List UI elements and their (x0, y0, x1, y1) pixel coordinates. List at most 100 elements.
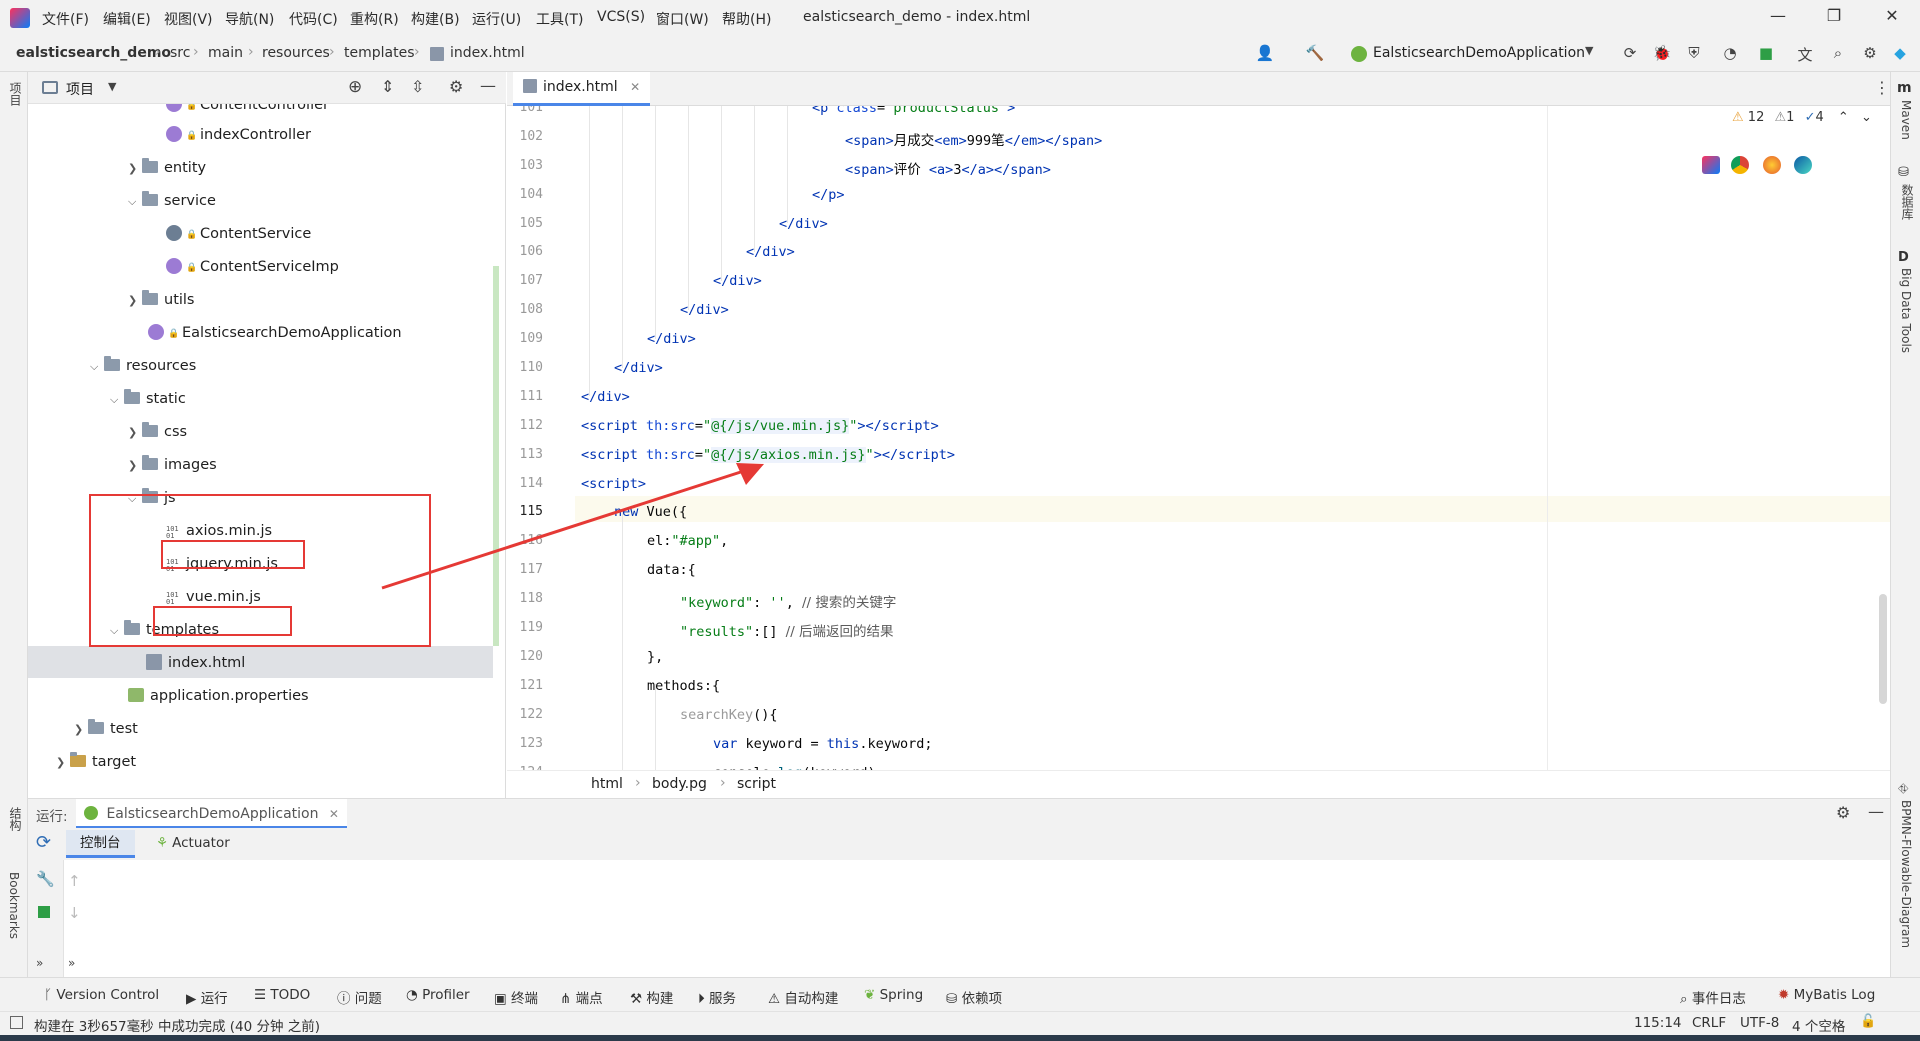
chevron-right-icon[interactable]: ❯ (56, 748, 70, 778)
chevron-down-icon[interactable]: ⌵ (110, 385, 124, 415)
tab-console[interactable]: 控制台 (66, 830, 135, 858)
chevron-right-icon[interactable]: ❯ (128, 451, 142, 481)
wrench-icon[interactable]: 🔧 (36, 870, 55, 888)
close-icon[interactable]: ✕ (1880, 6, 1904, 30)
structure-tool-tab[interactable]: 结构 (7, 807, 24, 831)
edge-icon[interactable] (1794, 156, 1812, 174)
locate-icon[interactable]: ⊕ (348, 77, 362, 97)
tool-tab-terminal[interactable]: ▣ 终端 (494, 987, 538, 1007)
chrome-icon[interactable] (1731, 156, 1749, 174)
run-tab[interactable]: EalsticsearchDemoApplication ✕ (76, 799, 347, 829)
rerun-icon[interactable]: ⟳ (36, 832, 51, 853)
menu-refactor[interactable]: 重构(R) (350, 9, 399, 29)
chevron-right-icon[interactable]: ❯ (74, 715, 88, 745)
tool-tab-run[interactable]: ▶ 运行 (186, 987, 228, 1007)
chevron-right-icon[interactable]: ❯ (128, 154, 142, 184)
close-tab-icon[interactable]: ✕ (630, 80, 640, 94)
tree-item-contentserviceimp[interactable]: 🔒 ContentServiceImp (166, 252, 339, 282)
menu-file[interactable]: 文件(F) (42, 9, 89, 29)
tree-item-target[interactable]: ❯ target (56, 747, 136, 777)
project-panel-title[interactable]: 项目 (66, 79, 94, 99)
hammer-icon[interactable]: 🔨 (1305, 44, 1325, 64)
breadcrumb-body[interactable]: body.pg (652, 776, 707, 792)
chevron-right-icon[interactable]: ❯ (128, 418, 142, 448)
tool-tab-mybatis-log[interactable]: ✹ MyBatis Log (1778, 987, 1875, 1003)
code-editor[interactable]: 101 102 103 104 105 106 107 108 109 110 … (507, 106, 1890, 770)
chevron-down-icon[interactable]: ⌄ (1861, 110, 1872, 125)
menu-code[interactable]: 代码(C) (289, 9, 338, 29)
tree-item-application-class[interactable]: 🔒 EalsticsearchDemoApplication (148, 318, 402, 348)
file-encoding[interactable]: UTF-8 (1740, 1015, 1779, 1031)
tree-item-images[interactable]: ❯ images (128, 450, 217, 480)
tool-tab-profiler[interactable]: ◔ Profiler (406, 987, 470, 1003)
bpmn-tool-tab[interactable]: BPMN-Flowable-Diagram (1899, 800, 1913, 948)
maven-tool-tab[interactable]: Maven (1899, 100, 1913, 140)
stop-icon[interactable] (38, 906, 50, 918)
tool-tab-dependencies[interactable]: ⛁ 依赖项 (946, 987, 1002, 1007)
gear-icon[interactable]: ⚙ (1836, 803, 1850, 822)
rerun-icon[interactable]: ⟳ (1620, 44, 1640, 64)
minimize-icon[interactable]: — (1766, 6, 1790, 30)
breadcrumb-src[interactable]: src (170, 45, 190, 61)
restore-icon[interactable]: ❐ (1822, 6, 1846, 30)
status-message[interactable]: 构建在 3秒657毫秒 中成功完成 (40 分钟 之前) (34, 1015, 320, 1035)
hide-panel-icon[interactable]: — (1868, 802, 1884, 821)
coverage-icon[interactable]: ⛨ (1684, 44, 1704, 64)
menu-view[interactable]: 视图(V) (164, 9, 213, 29)
big-data-tools-tab[interactable]: Big Data Tools (1899, 268, 1913, 353)
stop-icon[interactable]: ■ (1756, 44, 1776, 64)
tool-tab-build[interactable]: ⚒ 构建 (630, 987, 673, 1007)
gear-icon[interactable]: ⚙ (1860, 44, 1880, 64)
translate-icon[interactable]: 文 (1795, 44, 1815, 64)
project-tool-tab[interactable]: 项目 (7, 82, 24, 106)
bookmarks-tool-tab[interactable]: Bookmarks (7, 872, 21, 939)
tool-tab-event-log[interactable]: ⌕ 事件日志 (1680, 987, 1746, 1007)
tool-tab-todo[interactable]: ☰ TODO (254, 987, 310, 1003)
menu-vcs[interactable]: VCS(S) (597, 9, 645, 25)
editor-scrollbar-thumb[interactable] (1879, 594, 1887, 704)
run-config-selector[interactable]: EalsticsearchDemoApplication ▼ (1345, 40, 1595, 68)
more-options-icon[interactable]: ⋮ (1874, 78, 1890, 97)
tree-item-static[interactable]: ⌵ static (110, 384, 186, 414)
menu-window[interactable]: 窗口(W) (656, 9, 709, 29)
menu-help[interactable]: 帮助(H) (722, 9, 771, 29)
tool-tab-spring[interactable]: ❦ Spring (864, 987, 923, 1003)
menu-edit[interactable]: 编辑(E) (103, 9, 151, 29)
breadcrumb-script[interactable]: script (737, 776, 776, 792)
firefox-icon[interactable] (1763, 156, 1781, 174)
chevron-down-icon[interactable]: ▼ (108, 80, 116, 93)
tree-item-application-properties[interactable]: application.properties (128, 681, 309, 711)
close-tab-icon[interactable]: ✕ (329, 807, 339, 821)
tree-item-index-html[interactable]: index.html (146, 648, 245, 678)
database-tool-tab[interactable]: 数据库 (1899, 184, 1916, 220)
more-actions-icon[interactable]: » (68, 956, 75, 970)
tool-tab-auto-build[interactable]: ⚠ 自动构建 (768, 987, 838, 1007)
tool-tab-version-control[interactable]: ᚴ Version Control (44, 987, 159, 1003)
indent-setting[interactable]: 4 个空格 (1792, 1015, 1845, 1035)
plugin-icon[interactable]: ◆ (1890, 44, 1910, 64)
tree-item-contentservice[interactable]: 🔒 ContentService (166, 219, 311, 249)
debug-icon[interactable]: 🐞 (1652, 44, 1672, 64)
breadcrumb-project[interactable]: ealsticsearch_demo (16, 45, 171, 61)
tab-actuator[interactable]: ⚘ Actuator (146, 830, 240, 858)
tree-item-test[interactable]: ❯ test (74, 714, 138, 744)
breadcrumb-file[interactable]: index.html (450, 45, 525, 61)
breadcrumb-main[interactable]: main (208, 45, 243, 61)
menu-build[interactable]: 构建(B) (411, 9, 460, 29)
hide-panel-icon[interactable]: — (480, 76, 496, 95)
breadcrumb-templates[interactable]: templates (344, 45, 415, 61)
arrow-up-icon[interactable]: ↑ (68, 872, 81, 890)
tool-tab-endpoints[interactable]: ⋔ 端点 (560, 987, 603, 1007)
tree-item-utils[interactable]: ❯ utils (128, 285, 195, 315)
more-actions-icon[interactable]: » (36, 956, 43, 970)
tree-item-resources[interactable]: ⌵ resources (90, 351, 196, 381)
breadcrumb-html[interactable]: html (591, 776, 623, 792)
tree-item-indexcontroller[interactable]: 🔒 indexController (166, 120, 311, 150)
expand-all-icon[interactable]: ⇕ (381, 77, 394, 96)
chevron-right-icon[interactable]: ❯ (128, 286, 142, 316)
chevron-down-icon[interactable]: ⌵ (90, 352, 104, 382)
inspections-widget[interactable]: ⚠ 12 ⚠1 ✓4 ⌃ ⌄ (1732, 110, 1872, 125)
search-icon[interactable]: ⌕ (1828, 44, 1848, 64)
collapse-all-icon[interactable]: ⇳ (411, 77, 424, 96)
chevron-up-icon[interactable]: ⌃ (1838, 110, 1849, 125)
